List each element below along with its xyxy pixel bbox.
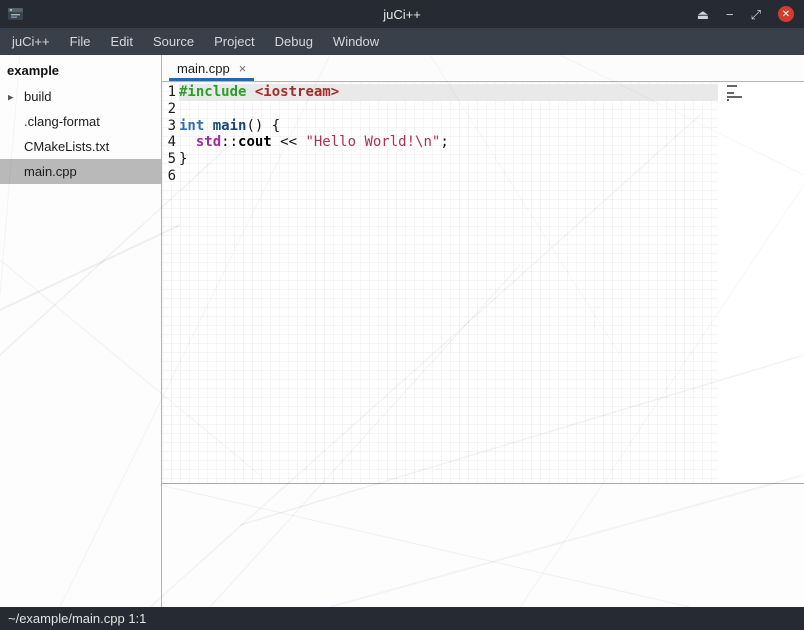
code-line-3[interactable]: int main() { [179, 118, 718, 135]
file-label: CMakeLists.txt [24, 139, 109, 154]
window-title: juCi++ [0, 7, 804, 22]
sidebar-item-clang-format[interactable]: .clang-format [0, 109, 161, 134]
code-line-6[interactable] [179, 168, 718, 185]
file-tree: ▸ build .clang-format CMakeLists.txt main.cp… [0, 84, 161, 184]
sidebar-item-main-cpp[interactable]: main.cpp [0, 159, 161, 184]
status-file-position: ~/example/main.cpp 1:1 [8, 611, 146, 626]
main-column: main.cpp × 123456 #include <iostream>int… [162, 55, 804, 607]
minimap-mark [727, 96, 742, 98]
minimize-icon[interactable]: − [726, 7, 734, 22]
token-plain: :: [221, 134, 238, 150]
titlebar[interactable]: juCi++ ⏏ − ⤢ ✕ [0, 0, 804, 28]
minimap-mark [727, 92, 734, 94]
restore-icon[interactable]: ⤢ [751, 7, 761, 22]
menubar: juCi++FileEditSourceProjectDebugWindow [0, 28, 804, 55]
token-include: <iostream> [255, 84, 339, 100]
close-icon[interactable]: ✕ [778, 6, 794, 22]
line-number: 5 [162, 151, 179, 168]
sidebar-root-folder[interactable]: example [0, 57, 161, 84]
code-line-4[interactable]: std::cout << "Hello World!\n"; [179, 134, 718, 151]
editor-overview-margin [718, 82, 804, 483]
token-type: int [179, 118, 204, 134]
file-label: main.cpp [24, 164, 77, 179]
sidebar-item-build[interactable]: ▸ build [0, 84, 161, 109]
tabbar: main.cpp × [162, 55, 804, 82]
token-plain [204, 118, 212, 134]
line-number: 2 [162, 101, 179, 118]
file-tree-panel: example ▸ build .clang-format CMakeLists.tx… [0, 55, 162, 607]
menu-item-debug[interactable]: Debug [265, 28, 323, 55]
app-body: example ▸ build .clang-format CMakeLists.tx… [0, 55, 804, 607]
token-plain [246, 84, 254, 100]
file-label: .clang-format [24, 114, 100, 129]
line-number: 3 [162, 118, 179, 135]
expander-icon[interactable]: ▸ [8, 90, 14, 103]
minimap-mark [727, 103, 745, 107]
terminal-panel[interactable] [162, 484, 804, 607]
token-plain [179, 134, 196, 150]
minimap[interactable] [727, 85, 745, 106]
line-number: 1 [162, 84, 179, 101]
menu-item-window[interactable]: Window [323, 28, 389, 55]
line-number: 4 [162, 134, 179, 151]
statusbar: ~/example/main.cpp 1:1 [0, 607, 804, 630]
menu-item-juci[interactable]: juCi++ [2, 28, 60, 55]
token-namespace: std [196, 134, 221, 150]
minimap-mark [727, 99, 729, 101]
sidebar-item-cmakelists-txt[interactable]: CMakeLists.txt [0, 134, 161, 159]
token-preproc: #include [179, 84, 246, 100]
code-line-5[interactable]: } [179, 151, 718, 168]
editor-text-region[interactable]: 123456 #include <iostream>int main() { s… [162, 82, 718, 483]
code-column[interactable]: #include <iostream>int main() { std::cou… [179, 82, 718, 483]
token-plain: << [272, 134, 306, 150]
line-number: 6 [162, 168, 179, 185]
eject-icon[interactable]: ⏏ [697, 7, 709, 22]
minimap-mark [727, 85, 737, 87]
code-editor[interactable]: 123456 #include <iostream>int main() { s… [162, 82, 804, 483]
code-line-1[interactable]: #include <iostream> [179, 84, 718, 101]
tab-label: main.cpp [177, 61, 230, 76]
token-plain: } [179, 151, 187, 167]
token-member: cout [238, 134, 272, 150]
window-controls: ⏏ − ⤢ ✕ [697, 6, 804, 22]
code-line-2[interactable] [179, 101, 718, 118]
tab-close-icon[interactable]: × [239, 61, 247, 76]
menu-item-source[interactable]: Source [143, 28, 204, 55]
menu-item-project[interactable]: Project [204, 28, 264, 55]
app-window: juCi++ ⏏ − ⤢ ✕ juCi++FileEditSourceProje… [0, 0, 804, 630]
tab-main-cpp[interactable]: main.cpp × [167, 55, 256, 81]
line-number-gutter: 123456 [162, 82, 179, 483]
menu-item-file[interactable]: File [60, 28, 101, 55]
token-function: main [213, 118, 247, 134]
file-label: build [24, 89, 51, 104]
token-string: "Hello World!\n" [305, 134, 440, 150]
token-plain: () { [246, 118, 280, 134]
menu-item-edit[interactable]: Edit [101, 28, 143, 55]
token-plain: ; [440, 134, 448, 150]
